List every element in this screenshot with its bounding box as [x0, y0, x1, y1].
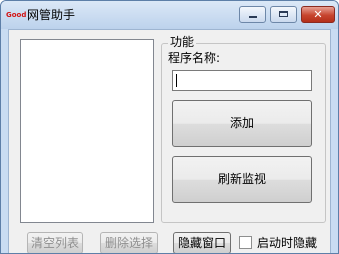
hide-window-button[interactable]: 隐藏窗口 — [173, 232, 231, 253]
program-name-input[interactable] — [172, 70, 312, 91]
maximize-button[interactable] — [270, 6, 297, 23]
close-icon: ✕ — [313, 8, 323, 21]
hide-on-start-checkbox[interactable] — [239, 236, 252, 249]
minimize-icon — [249, 16, 257, 18]
function-group-title: 功能 — [168, 34, 197, 50]
app-icon: Good — [6, 11, 27, 19]
close-button[interactable]: ✕ — [301, 6, 335, 23]
clear-list-button[interactable]: 清空列表 — [27, 232, 83, 253]
text-caret — [176, 74, 177, 87]
hide-on-start-label[interactable]: 启动时隐藏 — [257, 235, 317, 251]
client-area: 功能 程序名称: 添加 刷新监视 清空列表 删除选择 隐藏窗口 启动时隐藏 — [8, 29, 331, 253]
delete-selection-button[interactable]: 删除选择 — [100, 232, 158, 253]
title-bar[interactable]: Good 网管助手 ✕ — [1, 1, 338, 29]
add-button[interactable]: 添加 — [172, 100, 312, 147]
maximize-icon — [279, 11, 288, 17]
program-list[interactable] — [20, 39, 154, 223]
window-title: 网管助手 — [27, 8, 76, 22]
minimize-button[interactable] — [239, 6, 266, 23]
program-name-label: 程序名称: — [168, 51, 221, 65]
main-window: Good 网管助手 ✕ 功能 程序名称: 添加 刷新监视 清空列表 删除选择 隐… — [0, 0, 339, 254]
refresh-monitor-button[interactable]: 刷新监视 — [172, 156, 312, 203]
